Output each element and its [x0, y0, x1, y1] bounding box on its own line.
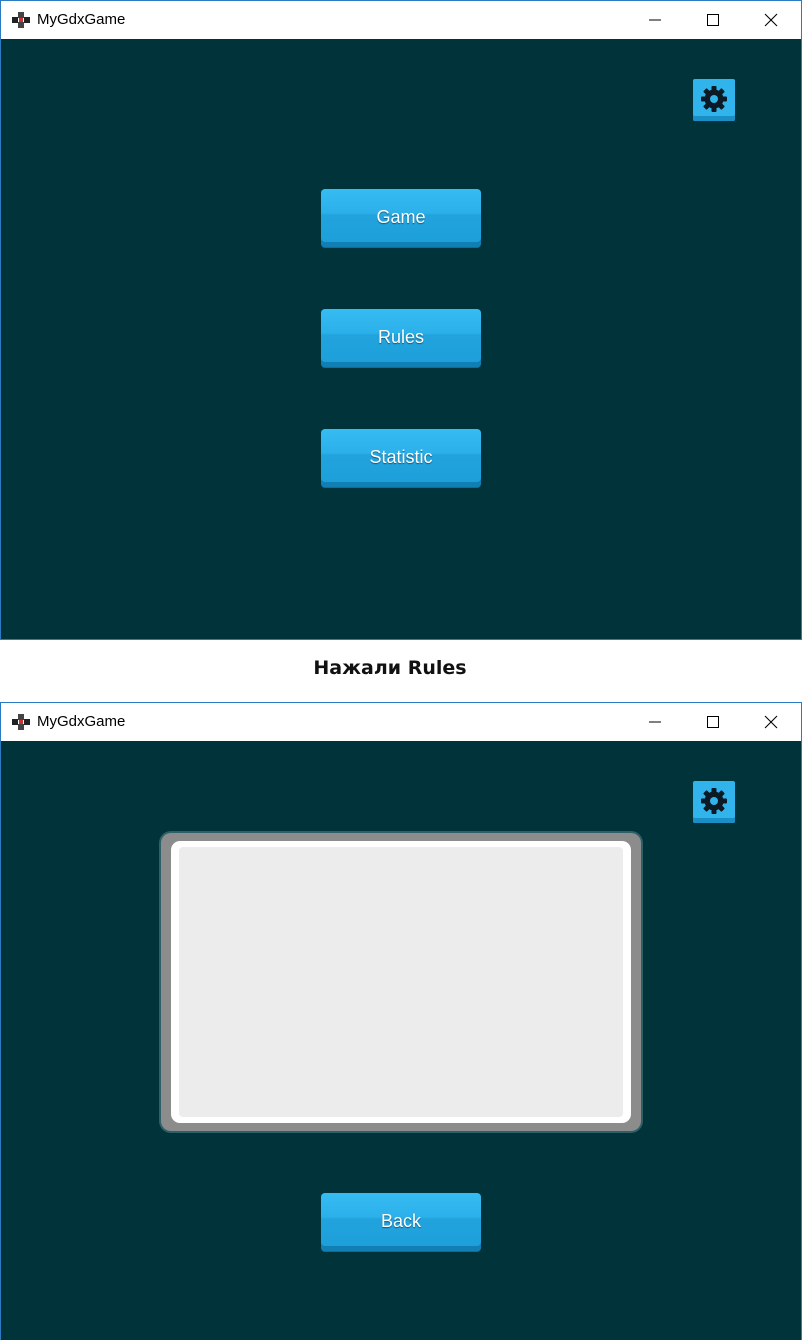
- close-button[interactable]: [742, 703, 800, 741]
- caption: Нажали Rules: [313, 657, 467, 679]
- game-canvas: Game Rules Statistic: [1, 39, 801, 639]
- maximize-icon: [707, 716, 719, 728]
- settings-button[interactable]: [693, 781, 735, 823]
- title-bar[interactable]: MyGdxGame: [1, 703, 801, 741]
- minimize-icon: [649, 721, 661, 723]
- minimize-icon: [649, 19, 661, 21]
- gear-icon: [701, 788, 727, 814]
- close-icon: [764, 13, 778, 27]
- close-icon: [764, 715, 778, 729]
- gear-icon: [701, 86, 727, 112]
- close-button[interactable]: [742, 1, 800, 39]
- maximize-icon: [707, 14, 719, 26]
- app-icon: [11, 10, 31, 30]
- minimize-button[interactable]: [626, 1, 684, 39]
- rules-panel: [161, 833, 641, 1131]
- rules-window: MyGdxGame Back: [0, 702, 802, 1340]
- statistic-button[interactable]: Statistic: [321, 429, 481, 487]
- back-button[interactable]: Back: [321, 1193, 481, 1251]
- window-title: MyGdxGame: [37, 11, 126, 28]
- main-menu-window: MyGdxGame Game Rules Statistic: [0, 0, 802, 640]
- rules-button[interactable]: Rules: [321, 309, 481, 367]
- rules-text-area[interactable]: [179, 847, 623, 1117]
- window-title: MyGdxGame: [37, 713, 126, 730]
- game-canvas: Back: [1, 741, 801, 1340]
- maximize-button[interactable]: [684, 703, 742, 741]
- maximize-button[interactable]: [684, 1, 742, 39]
- game-button[interactable]: Game: [321, 189, 481, 247]
- settings-button[interactable]: [693, 79, 735, 121]
- title-bar[interactable]: MyGdxGame: [1, 1, 801, 39]
- minimize-button[interactable]: [626, 703, 684, 741]
- rules-panel-frame: [171, 841, 631, 1123]
- app-icon: [11, 712, 31, 732]
